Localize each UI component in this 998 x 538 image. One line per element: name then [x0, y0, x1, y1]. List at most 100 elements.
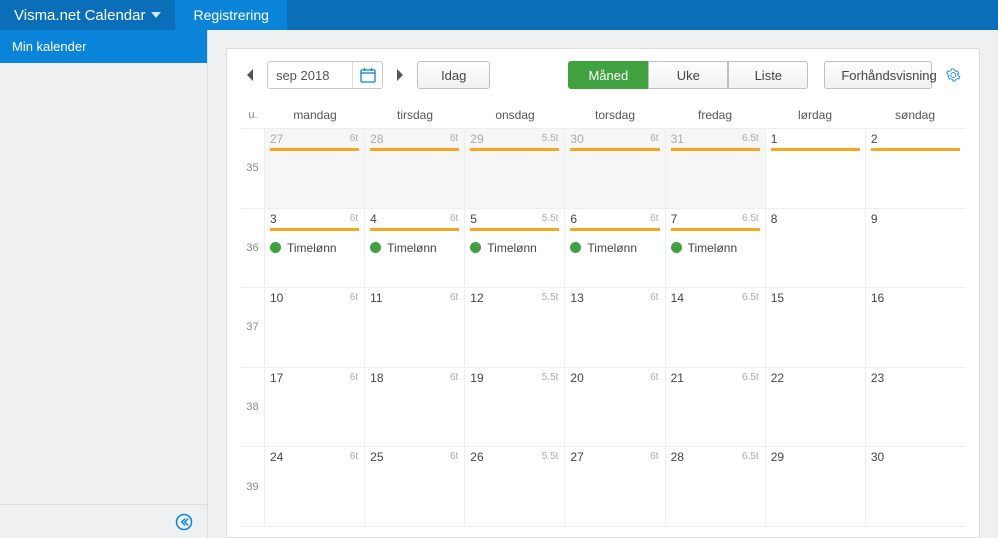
sidebar-item-min-kalender[interactable]: Min kalender: [0, 30, 207, 63]
day-number: 2: [871, 132, 960, 146]
day-cell[interactable]: 306t: [565, 129, 665, 208]
day-hours: 6t: [450, 372, 458, 383]
day-cell[interactable]: 1: [766, 129, 866, 208]
day-cell[interactable]: 256t: [365, 447, 465, 526]
day-cell[interactable]: 125.5t: [465, 288, 565, 367]
day-cell[interactable]: 76.5tTimelønn: [666, 209, 766, 288]
day-number: 1: [771, 132, 860, 146]
day-number: 15: [771, 291, 860, 305]
preview-button[interactable]: Forhåndsvisning: [824, 61, 932, 89]
day-cell[interactable]: 295.5t: [465, 129, 565, 208]
month-picker[interactable]: sep 2018: [267, 61, 383, 89]
day-cell[interactable]: 46tTimelønn: [365, 209, 465, 288]
day-number: 6: [570, 212, 659, 226]
week-row: 38176t186t195.5t206t216.5t2223: [241, 368, 965, 448]
day-bar: [270, 228, 359, 231]
day-number: 24: [270, 450, 359, 464]
day-cell[interactable]: 246t: [265, 447, 365, 526]
day-cell[interactable]: 29: [766, 447, 866, 526]
day-number: 28: [370, 132, 459, 146]
day-cell[interactable]: 16: [866, 288, 965, 367]
day-number: 22: [771, 371, 860, 385]
day-bar: [370, 228, 459, 231]
day-cell[interactable]: 276t: [265, 129, 365, 208]
day-number: 3: [270, 212, 359, 226]
topbar: Visma.net Calendar Registrering: [0, 0, 998, 30]
tab-registrering[interactable]: Registrering: [175, 0, 286, 30]
event-item[interactable]: Timelønn: [671, 241, 760, 255]
day-cell[interactable]: 55.5tTimelønn: [465, 209, 565, 288]
dayhead-wed: onsdag: [465, 108, 565, 122]
event-item[interactable]: Timelønn: [470, 241, 559, 255]
day-cell[interactable]: 8: [766, 209, 866, 288]
day-hours: 5.5t: [542, 292, 559, 303]
event-item[interactable]: Timelønn: [370, 241, 459, 255]
event-item[interactable]: Timelønn: [570, 241, 659, 255]
day-cell[interactable]: 286t: [365, 129, 465, 208]
day-bar: [871, 148, 960, 151]
event-item[interactable]: Timelønn: [270, 241, 359, 255]
day-cell[interactable]: 195.5t: [465, 368, 565, 447]
day-cell[interactable]: 66tTimelønn: [565, 209, 665, 288]
gear-icon[interactable]: [946, 66, 961, 84]
day-cell[interactable]: 316.5t: [666, 129, 766, 208]
day-hours: 6t: [450, 292, 458, 303]
prev-month-button[interactable]: [241, 61, 259, 89]
week-row: 35276t286t295.5t306t316.5t12: [241, 129, 965, 209]
day-hours: 5.5t: [542, 133, 559, 144]
brand-menu[interactable]: Visma.net Calendar: [0, 7, 175, 24]
calendar-card: sep 2018 Idag Måned Uke Liste Forhåndsvi…: [226, 48, 980, 538]
view-month-button[interactable]: Måned: [568, 61, 648, 89]
day-cell[interactable]: 276t: [565, 447, 665, 526]
chevron-down-icon: [151, 10, 161, 20]
event-label: Timelønn: [487, 241, 537, 255]
day-number: 23: [871, 371, 960, 385]
day-bar: [771, 148, 860, 151]
event-label: Timelønn: [287, 241, 337, 255]
day-cell[interactable]: 36tTimelønn: [265, 209, 365, 288]
day-hours: 6t: [450, 133, 458, 144]
day-cell[interactable]: 30: [866, 447, 965, 526]
week-abbr: u.: [241, 109, 265, 121]
month-label: sep 2018: [268, 68, 352, 83]
day-cell[interactable]: 186t: [365, 368, 465, 447]
day-hours: 6t: [450, 213, 458, 224]
week-number: 35: [241, 129, 265, 208]
day-hours: 6t: [650, 372, 658, 383]
day-bar: [370, 148, 459, 151]
day-number: 13: [570, 291, 659, 305]
event-label: Timelønn: [587, 241, 637, 255]
day-cell[interactable]: 176t: [265, 368, 365, 447]
day-number: 27: [570, 450, 659, 464]
day-cell[interactable]: 116t: [365, 288, 465, 367]
day-number: 29: [771, 450, 860, 464]
day-cell[interactable]: 146.5t: [666, 288, 766, 367]
day-cell[interactable]: 15: [766, 288, 866, 367]
day-cell[interactable]: 9: [866, 209, 965, 288]
toolbar: sep 2018 Idag Måned Uke Liste Forhåndsvi…: [227, 49, 979, 101]
day-cell[interactable]: 136t: [565, 288, 665, 367]
day-cell[interactable]: 2: [866, 129, 965, 208]
status-dot-icon: [470, 242, 481, 253]
day-number: 25: [370, 450, 459, 464]
day-cell[interactable]: 206t: [565, 368, 665, 447]
day-bar: [270, 148, 359, 151]
day-cell[interactable]: 23: [866, 368, 965, 447]
day-cell[interactable]: 286.5t: [666, 447, 766, 526]
next-month-button[interactable]: [391, 61, 409, 89]
sidebar-collapse[interactable]: [0, 504, 207, 538]
view-list-button[interactable]: Liste: [728, 61, 808, 89]
view-week-button[interactable]: Uke: [648, 61, 728, 89]
week-number: 37: [241, 288, 265, 367]
day-number: 10: [270, 291, 359, 305]
today-button[interactable]: Idag: [417, 61, 490, 89]
day-hours: 5.5t: [542, 213, 559, 224]
day-cell[interactable]: 265.5t: [465, 447, 565, 526]
day-cell[interactable]: 22: [766, 368, 866, 447]
day-cell[interactable]: 106t: [265, 288, 365, 367]
event-label: Timelønn: [387, 241, 437, 255]
status-dot-icon: [370, 242, 381, 253]
day-bar: [470, 228, 559, 231]
day-cell[interactable]: 216.5t: [666, 368, 766, 447]
day-bar: [470, 148, 559, 151]
